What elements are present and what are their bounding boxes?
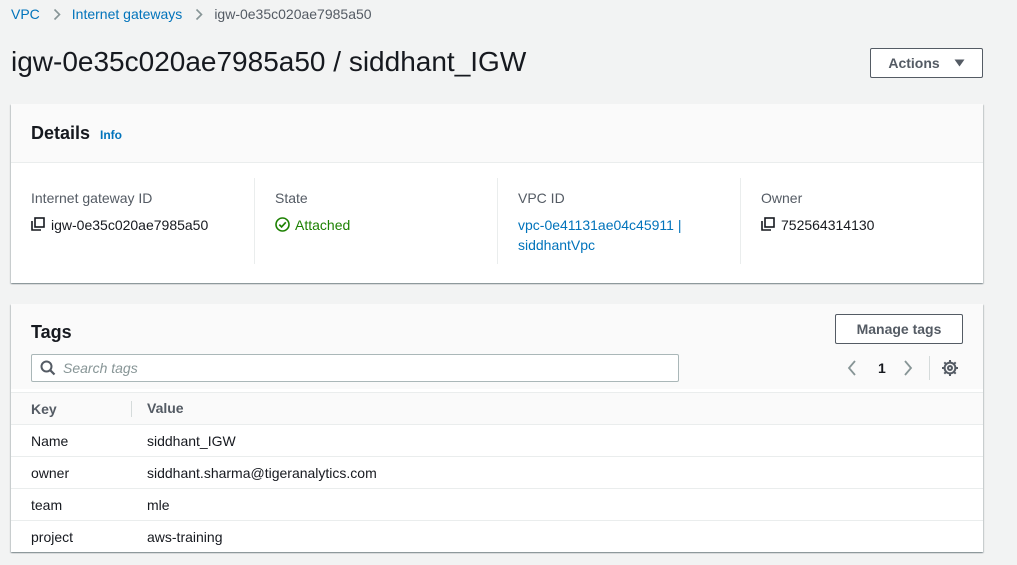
- breadcrumb: VPC Internet gateways igw-0e35c020ae7985…: [11, 4, 372, 24]
- vpc-id-field: VPC ID vpc-0e41131ae04c45911 | siddhantV…: [518, 178, 738, 264]
- tag-value: siddhant_IGW: [131, 424, 983, 457]
- pager-divider: [929, 356, 930, 380]
- details-title: Details: [31, 123, 91, 143]
- copy-icon[interactable]: [761, 217, 775, 231]
- tags-panel: Tags Manage tags 1: [11, 304, 983, 552]
- table-row: project aws-training: [11, 521, 983, 553]
- search-icon: [40, 360, 56, 376]
- column-header-key[interactable]: Key: [11, 392, 131, 425]
- tags-header: Tags Manage tags 1: [11, 304, 983, 389]
- owner-field: Owner 752564314130: [761, 178, 971, 264]
- details-panel: Details Info Internet gateway ID igw-0e3…: [11, 104, 983, 283]
- column-divider: [254, 178, 255, 264]
- breadcrumb-vpc-link[interactable]: VPC: [11, 6, 40, 22]
- column-divider: [497, 178, 498, 264]
- page-title: igw-0e35c020ae7985a50 / siddhant_IGW: [11, 46, 527, 77]
- owner-value: 752564314130: [761, 215, 874, 235]
- gateway-id-field: Internet gateway ID igw-0e35c020ae7985a5…: [31, 178, 251, 264]
- column-header-value[interactable]: Value: [131, 392, 983, 425]
- owner-text: 752564314130: [781, 217, 875, 233]
- caret-down-icon: [954, 59, 965, 67]
- gateway-id-label: Internet gateway ID: [31, 190, 153, 206]
- owner-label: Owner: [761, 190, 803, 206]
- angle-left-icon[interactable]: [847, 360, 857, 376]
- tag-key: Name: [11, 424, 131, 457]
- gateway-id-text: igw-0e35c020ae7985a50: [51, 217, 209, 233]
- state-field: State Attached: [275, 178, 495, 264]
- details-header: Details Info: [11, 104, 983, 163]
- vpc-id-label: VPC ID: [518, 190, 565, 206]
- state-label: State: [275, 190, 308, 206]
- breadcrumb-current: igw-0e35c020ae7985a50: [214, 6, 372, 22]
- angle-right-icon[interactable]: [903, 360, 913, 376]
- tags-search: [31, 354, 679, 382]
- info-link[interactable]: Info: [100, 128, 122, 142]
- actions-button-label: Actions: [888, 55, 940, 71]
- settings-icon[interactable]: [941, 359, 959, 377]
- state-text: Attached: [295, 217, 351, 233]
- actions-button[interactable]: Actions: [870, 48, 983, 78]
- table-row: team mle: [11, 488, 983, 521]
- copy-icon[interactable]: [31, 217, 45, 231]
- status-success-icon: [275, 217, 290, 232]
- tags-table: Key Value Name siddhant_IGW owner siddha…: [11, 392, 983, 553]
- breadcrumb-internet-gateways-link[interactable]: Internet gateways: [72, 6, 183, 22]
- chevron-right-icon: [53, 8, 61, 21]
- tag-key: owner: [11, 456, 131, 489]
- vpc-id-value: vpc-0e41131ae04c45911 | siddhantVpc: [518, 215, 698, 255]
- tag-key: team: [11, 488, 131, 521]
- manage-tags-button[interactable]: Manage tags: [835, 314, 963, 344]
- page-number-button[interactable]: 1: [878, 360, 886, 376]
- state-value: Attached: [275, 215, 350, 235]
- gateway-id-value: igw-0e35c020ae7985a50: [31, 215, 208, 235]
- table-row: owner siddhant.sharma@tigeranalytics.com: [11, 456, 983, 489]
- tag-value: siddhant.sharma@tigeranalytics.com: [131, 456, 983, 489]
- table-row: Name siddhant_IGW: [11, 424, 983, 457]
- chevron-right-icon: [195, 8, 203, 21]
- search-tags-input[interactable]: [63, 360, 653, 376]
- column-divider: [740, 178, 741, 264]
- vpc-id-link[interactable]: vpc-0e41131ae04c45911 | siddhantVpc: [518, 215, 698, 255]
- tag-value: aws-training: [147, 528, 223, 545]
- tags-title: Tags: [31, 322, 72, 342]
- table-header-row: Key Value: [11, 392, 983, 425]
- tag-value: mle: [131, 488, 983, 521]
- tag-key: project: [31, 528, 74, 545]
